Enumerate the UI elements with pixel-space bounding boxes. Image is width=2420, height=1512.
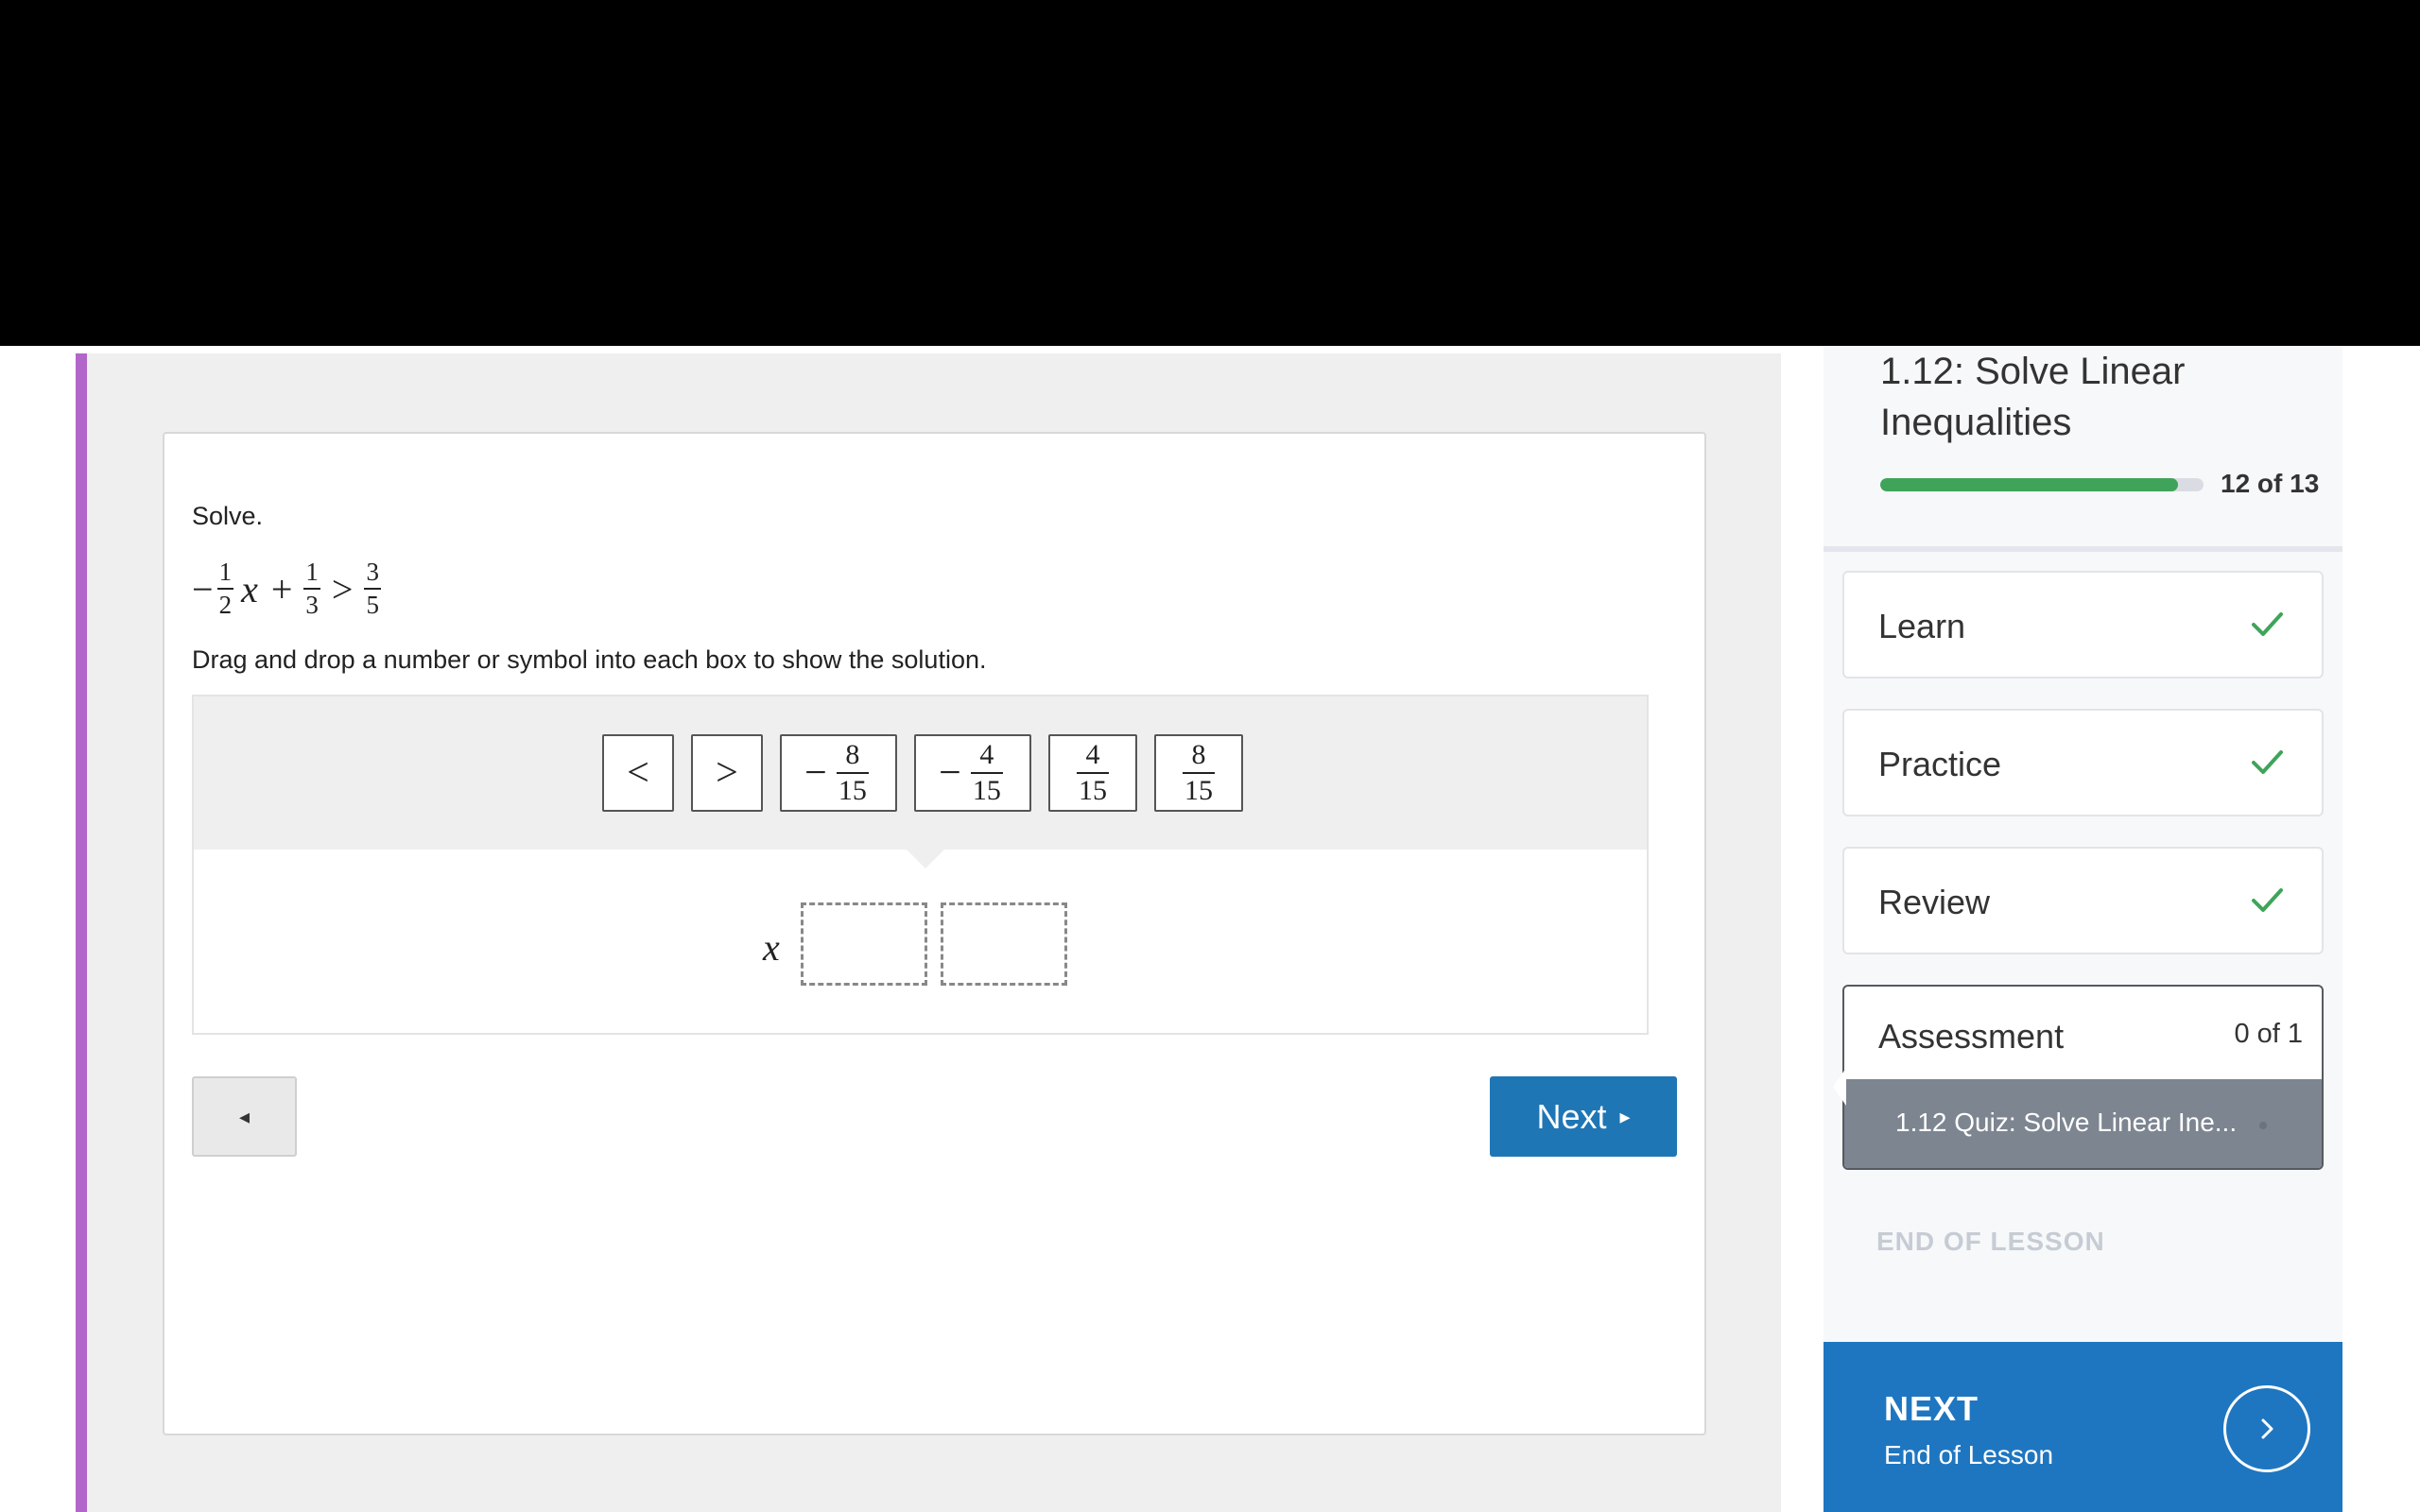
fraction-denominator: 15	[1183, 772, 1215, 805]
quiz-label: 1.12 Quiz: Solve Linear Ine...	[1895, 1108, 2238, 1137]
fraction-denominator: 3	[303, 588, 320, 618]
equation-relation: >	[331, 567, 354, 610]
equation: − 1 2 x + 1 3 > 3 5	[192, 558, 385, 620]
sidebar-item-label: Review	[1878, 883, 1991, 921]
drag-drop-area: < > − 8 15 − 4 15 4 15 8 15 x	[192, 695, 1649, 1035]
next-button-label: Next	[1536, 1096, 1607, 1136]
back-arrow-icon: ◂	[238, 1104, 251, 1128]
sidebar-item-quiz[interactable]: 1.12 Quiz: Solve Linear Ine...	[1844, 1079, 2322, 1168]
fraction-numerator: 8	[845, 739, 860, 770]
sidebar-item-learn[interactable]: Learn	[1842, 571, 2324, 679]
equation-plus: +	[270, 567, 293, 610]
fraction-denominator: 5	[364, 588, 381, 618]
token-fraction: 8 15	[836, 739, 869, 805]
token-4-15[interactable]: 4 15	[1048, 734, 1137, 812]
token-fraction: 8 15	[1183, 741, 1215, 805]
token-greater-than[interactable]: >	[691, 734, 763, 812]
token-neg-4-15[interactable]: − 4 15	[914, 734, 1031, 812]
screen-top-blackout	[0, 0, 2420, 346]
sidebar-item-practice[interactable]: Practice	[1842, 709, 2324, 816]
answer-variable: x	[763, 926, 780, 969]
back-button[interactable]: ◂	[192, 1076, 297, 1157]
assessment-count: 0 of 1	[2234, 1019, 2303, 1049]
sidebar-item-label: Practice	[1878, 745, 2002, 783]
page-left-margin	[0, 346, 76, 1512]
equation-fraction-1: 1 2	[216, 558, 234, 618]
token-8-15[interactable]: 8 15	[1154, 734, 1243, 812]
tray-pointer	[905, 848, 946, 868]
token-neg-8-15[interactable]: − 8 15	[780, 734, 897, 812]
answer-row: x	[194, 897, 1647, 991]
token-sign: −	[804, 751, 827, 795]
token-less-than[interactable]: <	[602, 734, 674, 812]
assessment-label: Assessment	[1878, 1017, 2065, 1056]
token-fraction: 4 15	[1077, 741, 1109, 805]
fraction-denominator: 15	[970, 772, 1003, 805]
sidebar-next-button[interactable]: NEXT End of Lesson	[1824, 1342, 2342, 1512]
chevron-right-icon	[2223, 1385, 2310, 1472]
sidebar-next-title: NEXT	[1884, 1389, 1979, 1428]
drop-box-1[interactable]	[801, 902, 927, 986]
sidebar-next-subtitle: End of Lesson	[1884, 1440, 2054, 1469]
fraction-numerator: 1	[218, 558, 233, 586]
next-arrow-icon: ▸	[1619, 1104, 1631, 1128]
sidebar-item-label: Learn	[1878, 607, 1966, 645]
token-tray: < > − 8 15 − 4 15 4 15 8 15	[194, 696, 1647, 850]
lesson-title: 1.12: Solve Linear Inequalities	[1880, 351, 2186, 443]
lesson-sidebar: 1.12: Solve Linear Inequalities 12 of 13…	[1824, 346, 2342, 1512]
drop-box-2[interactable]	[941, 902, 1067, 986]
fraction-denominator: 2	[216, 588, 234, 618]
lesson-progress-fill	[1880, 478, 2178, 491]
token-label: >	[716, 751, 738, 795]
fraction-numerator: 1	[305, 558, 319, 586]
sidebar-item-assessment[interactable]: Assessment 0 of 1 1.12 Quiz: Solve Linea…	[1842, 985, 2324, 1170]
end-of-lesson-label: END OF LESSON	[1876, 1227, 2105, 1256]
fraction-numerator: 4	[979, 739, 994, 770]
fraction-denominator: 15	[836, 772, 869, 805]
equation-negative-sign: −	[192, 567, 214, 610]
fraction-numerator: 4	[1085, 739, 1100, 770]
equation-fraction-2: 1 3	[303, 559, 320, 618]
sidebar-header: 1.12: Solve Linear Inequalities 12 of 13	[1824, 346, 2342, 552]
question-prompt: Drag and drop a number or symbol into ea…	[192, 645, 987, 674]
next-button[interactable]: Next ▸	[1490, 1076, 1677, 1157]
token-label: <	[627, 751, 649, 795]
token-sign: −	[939, 751, 961, 795]
fraction-numerator: 3	[366, 558, 379, 586]
fraction-numerator: 8	[1191, 739, 1206, 770]
accent-bar	[76, 353, 87, 1512]
lesson-progress-text: 12 of 13	[2221, 469, 2320, 498]
equation-variable: x	[241, 567, 258, 610]
check-icon	[2252, 888, 2283, 912]
status-dot-icon	[2259, 1122, 2267, 1129]
check-icon	[2252, 750, 2283, 774]
current-item-pointer	[1833, 1068, 1846, 1106]
check-icon	[2252, 612, 2283, 636]
fraction-denominator: 15	[1077, 772, 1109, 805]
equation-fraction-3: 3 5	[364, 559, 381, 618]
sidebar-item-review[interactable]: Review	[1842, 847, 2324, 954]
question-instruction: Solve.	[192, 502, 264, 530]
lesson-progress-bar	[1880, 478, 2204, 491]
token-fraction: 4 15	[970, 739, 1003, 805]
